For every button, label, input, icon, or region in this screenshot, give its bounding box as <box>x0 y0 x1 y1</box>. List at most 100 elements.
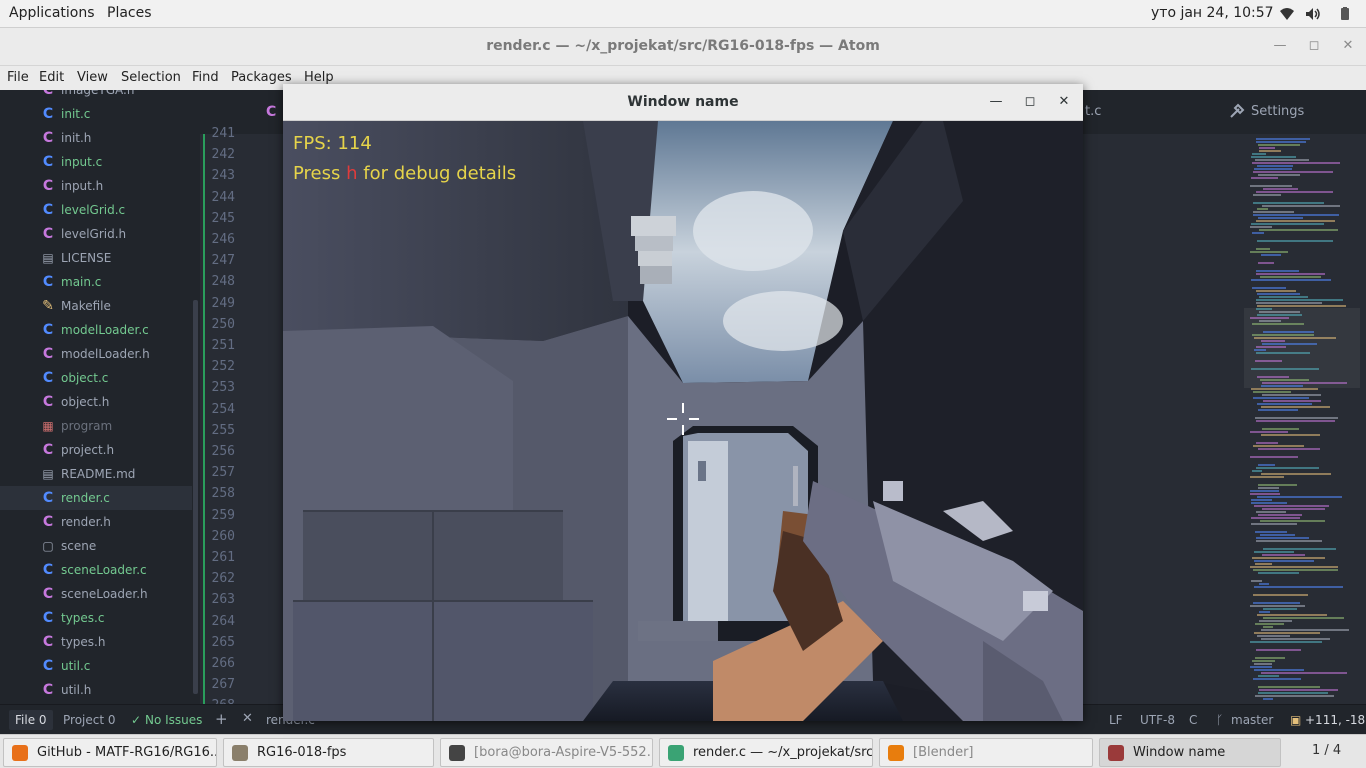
status-issues[interactable]: No Issues <box>145 713 202 727</box>
minimize-icon[interactable]: — <box>1271 37 1289 55</box>
minimap-line <box>1259 150 1281 152</box>
tree-item[interactable]: Cutil.c <box>0 654 192 678</box>
menu-edit[interactable]: Edit <box>39 70 64 85</box>
tree-item[interactable]: CsceneLoader.h <box>0 582 192 606</box>
status-project-count[interactable]: Project 0 <box>63 713 116 727</box>
volume-icon[interactable] <box>1305 6 1321 22</box>
h-file-icon: C <box>42 226 54 242</box>
line-number: 252 <box>211 359 235 375</box>
status-diff[interactable]: +111, -18 <box>1305 713 1365 727</box>
minimap-line <box>1254 560 1314 562</box>
minimap-line <box>1257 240 1333 242</box>
power-icon[interactable] <box>1337 6 1353 22</box>
workspace-indicator[interactable]: 1 / 4 <box>1312 743 1341 758</box>
tab-partial-label[interactable]: t.c <box>1085 104 1101 119</box>
game-viewport[interactable]: FPS: 114 Press h for debug details <box>283 121 1083 721</box>
menu-packages[interactable]: Packages <box>231 70 292 85</box>
tree-item[interactable]: Cinit.h <box>0 126 192 150</box>
tree-item[interactable]: ▦ program <box>0 414 192 438</box>
menu-find[interactable]: Find <box>192 70 219 85</box>
line-number: 250 <box>211 316 235 332</box>
status-branch[interactable]: master <box>1231 713 1273 727</box>
game-titlebar[interactable]: Window name — ◻ ✕ <box>283 84 1083 121</box>
status-encoding[interactable]: UTF-8 <box>1140 713 1175 727</box>
tree-item[interactable]: Crender.h <box>0 510 192 534</box>
tree-item[interactable]: Crender.c <box>0 486 192 510</box>
minimize-icon[interactable]: — <box>987 93 1005 111</box>
minimap-line <box>1260 276 1321 278</box>
minimap-line <box>1253 445 1304 447</box>
tree-item[interactable]: Cmain.c <box>0 270 192 294</box>
tree-item-label: types.h <box>61 635 106 649</box>
tree-item[interactable]: Cobject.h <box>0 390 192 414</box>
add-icon[interactable]: + <box>215 710 228 728</box>
minimap-line <box>1259 611 1270 613</box>
tree-item[interactable]: CmodelLoader.h <box>0 342 192 366</box>
applications-menu[interactable]: Applications <box>9 5 95 21</box>
taskbar-button[interactable]: render.c — ~/x_projekat/src... <box>659 738 873 767</box>
close-icon[interactable]: ✕ <box>242 711 253 726</box>
minimap-line <box>1254 632 1320 634</box>
places-menu[interactable]: Places <box>107 5 152 21</box>
tree-item[interactable]: ▤ LICENSE <box>0 246 192 270</box>
minimap-line <box>1250 476 1284 478</box>
menu-file[interactable]: File <box>7 70 29 85</box>
taskbar-button[interactable]: Window name <box>1099 738 1281 767</box>
tree-item[interactable]: Cutil.h <box>0 678 192 702</box>
minimap-line <box>1256 220 1335 222</box>
minimap-line <box>1254 663 1272 665</box>
close-icon[interactable]: ✕ <box>1055 93 1073 111</box>
tree-item[interactable]: Ctypes.c <box>0 606 192 630</box>
minimap-line <box>1262 343 1317 345</box>
tree-scrollbar[interactable] <box>193 300 198 694</box>
tree-item[interactable]: ClevelGrid.c <box>0 198 192 222</box>
tree-item[interactable]: ▢ scene <box>0 534 192 558</box>
tree-item[interactable]: CimageTGA.h <box>0 90 192 102</box>
atom-titlebar[interactable]: render.c — ~/x_projekat/src/RG16-018-fps… <box>0 28 1366 66</box>
c-file-icon: C <box>42 106 54 122</box>
status-file-count[interactable]: File 0 <box>9 710 53 730</box>
tree-item[interactable]: Cproject.h <box>0 438 192 462</box>
tab-settings[interactable]: Settings <box>1251 104 1304 119</box>
minimap-line <box>1259 229 1338 231</box>
tree-item[interactable]: CmodelLoader.c <box>0 318 192 342</box>
tree-item[interactable]: Ctypes.h <box>0 630 192 654</box>
taskbar-button[interactable]: [Blender] <box>879 738 1093 767</box>
tree-item[interactable]: ✎ Makefile <box>0 294 192 318</box>
minimap[interactable] <box>1244 134 1360 704</box>
tree-item[interactable]: Cobject.c <box>0 366 192 390</box>
menu-view[interactable]: View <box>77 70 108 85</box>
tree-item[interactable]: ▤ README.md <box>0 462 192 486</box>
branch-icon: ᚴ <box>1216 713 1224 727</box>
line-number: 260 <box>211 528 235 544</box>
game-window[interactable]: Window name — ◻ ✕ FPS: 114 Press h for d… <box>283 84 1083 721</box>
tree-item[interactable]: Cinit.c <box>0 102 192 126</box>
minimap-line <box>1257 305 1346 307</box>
minimap-line <box>1250 666 1272 668</box>
taskbar-button[interactable]: [bora@bora-Aspire-V5-552... <box>440 738 653 767</box>
line-number: 253 <box>211 380 235 396</box>
maximize-icon[interactable]: ◻ <box>1305 37 1323 55</box>
minimap-line <box>1250 605 1305 607</box>
taskbar-button[interactable]: RG16-018-fps <box>223 738 434 767</box>
tree-item[interactable]: Cinput.h <box>0 174 192 198</box>
status-grammar[interactable]: C <box>1189 713 1197 727</box>
tree-item[interactable]: Cinput.c <box>0 150 192 174</box>
maximize-icon[interactable]: ◻ <box>1021 93 1039 111</box>
minimap-line <box>1258 675 1279 677</box>
menu-help[interactable]: Help <box>304 70 334 85</box>
minimap-line <box>1256 467 1319 469</box>
minimap-line <box>1255 531 1287 533</box>
taskbar-button-label: [Blender] <box>913 745 974 760</box>
minimap-line <box>1255 417 1338 419</box>
tree-item[interactable]: CsceneLoader.c <box>0 558 192 582</box>
minimap-line <box>1253 594 1308 596</box>
taskbar-button[interactable]: GitHub - MATF-RG16/RG16... <box>3 738 217 767</box>
tree-item[interactable]: ClevelGrid.h <box>0 222 192 246</box>
wifi-icon[interactable] <box>1279 6 1295 22</box>
clock[interactable]: уто јан 24, 10:57 <box>1151 5 1274 21</box>
minimap-line <box>1250 185 1292 187</box>
status-line-ending[interactable]: LF <box>1109 713 1123 727</box>
menu-selection[interactable]: Selection <box>121 70 181 85</box>
close-icon[interactable]: ✕ <box>1339 37 1357 55</box>
